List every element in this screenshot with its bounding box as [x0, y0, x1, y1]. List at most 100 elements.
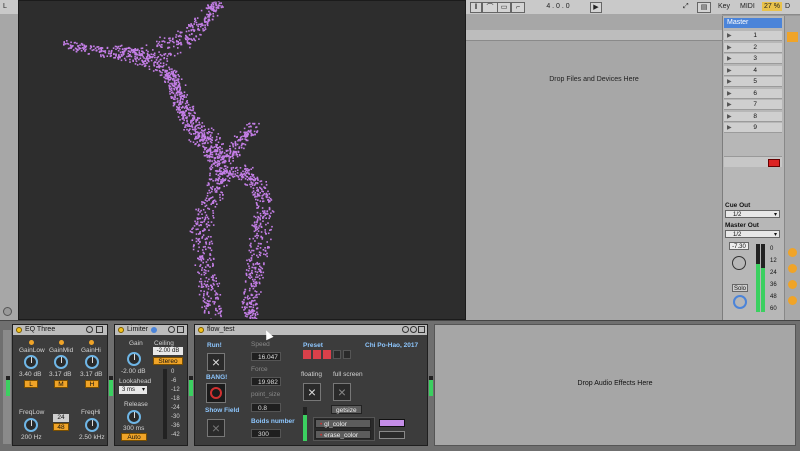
speed-number[interactable]: 16.047 [251, 352, 281, 361]
play-arrow-icon[interactable]: ▶ [590, 2, 602, 13]
hot-swap-icon[interactable] [168, 326, 175, 333]
master-volume-box[interactable]: -7.30 [729, 242, 749, 250]
slope-24-button[interactable]: 24 [53, 414, 69, 422]
slope-48-button[interactable]: 48 [53, 423, 69, 431]
mixer-toggle-icon[interactable] [788, 280, 797, 289]
scene-launch-icon[interactable]: ▶ [727, 31, 732, 41]
hot-swap-icon[interactable] [86, 326, 93, 333]
boids-number[interactable]: 300 [251, 429, 281, 438]
floating-toggle[interactable]: × [303, 383, 321, 401]
gl-color-button[interactable]: • gl_color [315, 419, 371, 428]
getsize-button[interactable]: getsize [331, 405, 362, 414]
gain-label: Gain [129, 340, 143, 347]
save-preset-icon[interactable] [418, 326, 425, 333]
cue-volume-knob[interactable] [733, 295, 747, 309]
edit-icon[interactable] [410, 326, 417, 333]
preset-slot-2[interactable] [313, 350, 321, 359]
ceiling-value[interactable]: -2.00 dB [153, 347, 183, 355]
zoom-icon[interactable]: ⤢ [683, 2, 689, 11]
preset-slot-5[interactable] [343, 350, 351, 359]
scene-slot[interactable]: ▶4 [724, 66, 782, 76]
scene-slot[interactable]: ▶7 [724, 100, 782, 110]
solo-button[interactable]: Solo [732, 284, 748, 292]
midi-map-button[interactable]: MIDI [740, 2, 755, 11]
curve-button[interactable]: ⌒ [482, 2, 498, 13]
scene-slot[interactable]: ▶8 [724, 112, 782, 122]
release-knob[interactable] [127, 410, 141, 424]
drop-files-area[interactable]: Drop Files and Devices Here [466, 76, 722, 83]
jitter-render-window[interactable] [18, 0, 466, 320]
scene-slot[interactable]: ▶3 [724, 54, 782, 64]
key-map-button[interactable]: Key [718, 2, 730, 11]
gainmid-knob[interactable] [54, 355, 68, 369]
freqlow-knob[interactable] [24, 418, 38, 432]
gainlow-led [29, 340, 34, 345]
io-toggle-icon[interactable] [787, 32, 798, 42]
cue-out-select[interactable]: 1/2▾ [725, 210, 780, 218]
lookahead-select[interactable]: 3 ms▾ [119, 386, 147, 394]
gl-color-swatch[interactable] [379, 419, 405, 427]
scene-launch-icon[interactable]: ▶ [727, 100, 732, 110]
right-strip [784, 16, 800, 320]
scene-launch-icon[interactable]: ▶ [727, 54, 732, 64]
preset-slot-1[interactable] [303, 350, 311, 359]
curve-step-icon[interactable]: ⌐ [511, 2, 525, 13]
scene-slot[interactable]: ▶6 [724, 89, 782, 99]
info-icon[interactable] [151, 327, 157, 333]
high-on-button[interactable]: H [85, 380, 99, 388]
stereo-button[interactable]: Stereo [153, 357, 183, 365]
scene-slot[interactable]: ▶5 [724, 77, 782, 87]
power-icon[interactable] [16, 327, 22, 333]
erase-color-swatch[interactable] [379, 431, 405, 439]
power-icon[interactable] [198, 327, 204, 333]
scene-launch-icon[interactable]: ▶ [727, 89, 732, 99]
resize-icon[interactable]: ▤ [697, 2, 711, 13]
gainlow-knob[interactable] [24, 355, 38, 369]
scene-launch-icon[interactable]: ▶ [727, 123, 732, 133]
stop-all-icon[interactable] [768, 159, 780, 167]
preset-slot-4[interactable] [333, 350, 341, 359]
scene-number: 4 [753, 66, 757, 76]
power-icon[interactable] [118, 327, 124, 333]
window-resize-icon[interactable] [3, 307, 12, 316]
bang-button[interactable] [206, 383, 226, 403]
scene-slot[interactable]: ▶1 [724, 31, 782, 41]
gainhi-knob[interactable] [85, 355, 99, 369]
crossfade-knob-icon[interactable] [732, 256, 746, 270]
master-meter-right [761, 244, 765, 312]
master-title[interactable]: Master [724, 18, 782, 28]
mid-on-button[interactable]: M [54, 380, 68, 388]
scene-launch-icon[interactable]: ▶ [727, 112, 732, 122]
scene-launch-icon[interactable]: ▶ [727, 77, 732, 87]
gainmid-led [59, 340, 64, 345]
scene-launch-icon[interactable]: ▶ [727, 43, 732, 53]
crossfader-toggle-icon[interactable] [788, 296, 797, 305]
auto-release-button[interactable]: Auto [121, 433, 147, 441]
run-toggle[interactable]: × [207, 353, 225, 371]
sends-toggle-icon[interactable] [788, 248, 797, 257]
save-preset-icon[interactable] [96, 326, 103, 333]
scene-launch-icon[interactable]: ▶ [727, 66, 732, 76]
eq-three-title-bar: EQ Three [13, 325, 107, 335]
meter-scale-tick: 12 [770, 258, 777, 264]
scene-slot[interactable]: ▶2 [724, 43, 782, 53]
erase-color-button[interactable]: • erase_color [315, 430, 371, 439]
master-out-select[interactable]: 1/2▾ [725, 230, 780, 238]
force-number[interactable]: 19.982 [251, 377, 281, 386]
low-on-button[interactable]: L [24, 380, 38, 388]
release-label: Release [124, 401, 148, 408]
point-size-number[interactable]: 0.8 [251, 403, 281, 412]
preset-slot-3[interactable] [323, 350, 331, 359]
scene-slot[interactable]: ▶9 [724, 123, 782, 133]
show-field-toggle[interactable]: × [207, 419, 225, 437]
full-screen-toggle[interactable]: × [333, 383, 351, 401]
gain-knob[interactable] [127, 352, 141, 366]
pause-button[interactable]: ‖ [470, 2, 482, 13]
scene-number: 7 [753, 100, 757, 110]
returns-toggle-icon[interactable] [788, 264, 797, 273]
save-preset-icon[interactable] [177, 326, 184, 333]
position-display[interactable]: 4 . 0 . 0 [538, 2, 578, 11]
loop-icon[interactable]: ▭ [497, 2, 511, 13]
freqhi-knob[interactable] [85, 418, 99, 432]
hot-swap-icon[interactable] [402, 326, 409, 333]
